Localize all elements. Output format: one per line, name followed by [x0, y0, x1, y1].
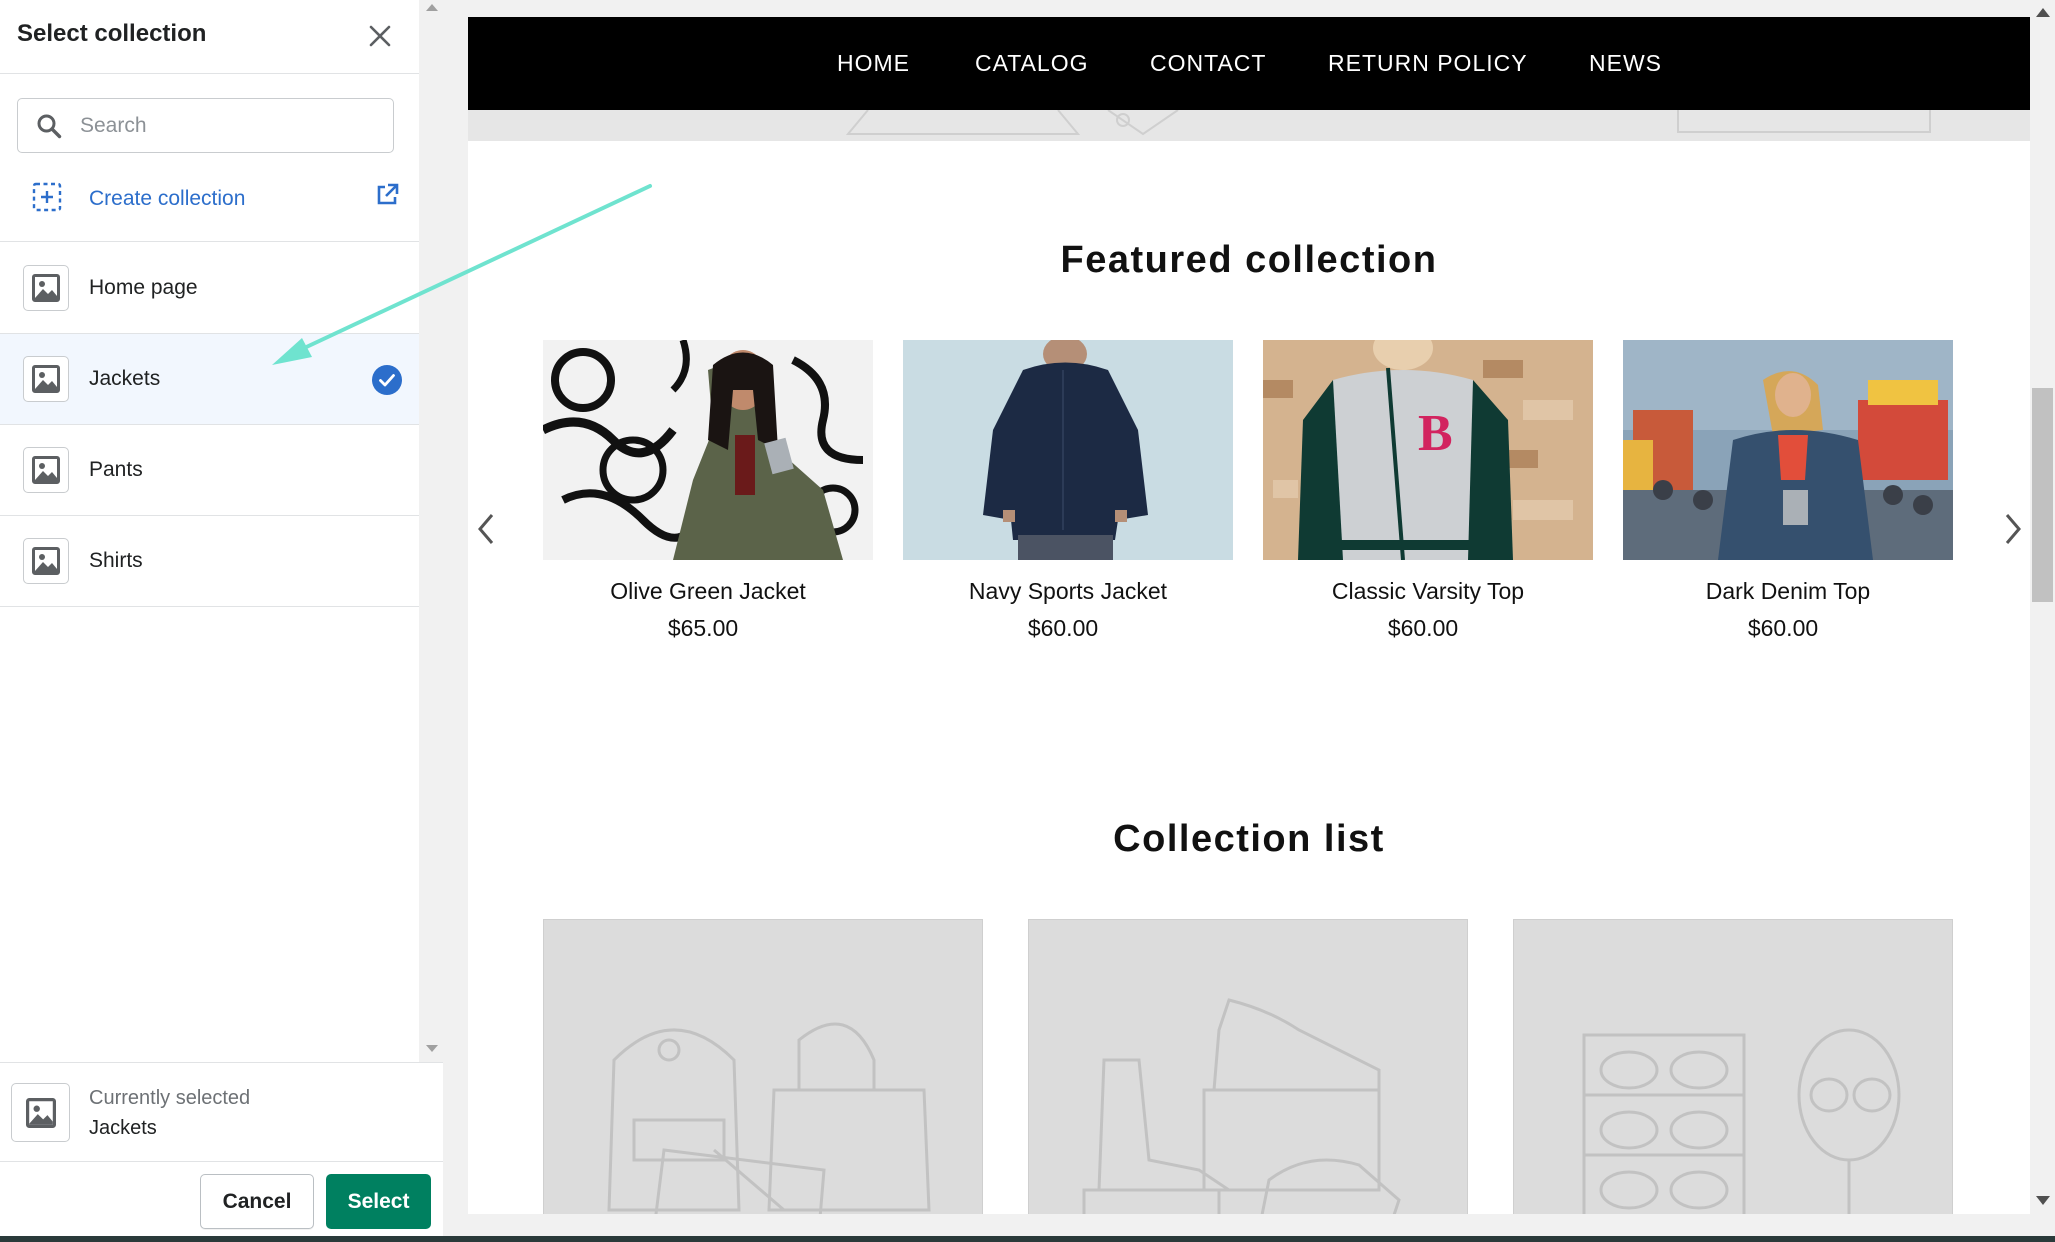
nav-news[interactable]: NEWS — [1589, 50, 1662, 77]
scroll-up-arrow[interactable] — [426, 4, 438, 11]
collection-item-label: Jackets — [89, 367, 161, 390]
product-card-dark-denim-top[interactable]: Dark Denim Top $60.00 — [1623, 340, 1953, 642]
taskbar-edge — [0, 1236, 2055, 1242]
hero-illustration — [845, 110, 1931, 136]
product-price: $60.00 — [1747, 615, 1819, 641]
collection-card-bags[interactable] — [543, 919, 983, 1214]
close-button[interactable] — [362, 18, 398, 54]
create-collection-link[interactable]: Create collection — [89, 187, 245, 211]
footer-divider — [0, 1161, 443, 1162]
image-placeholder-icon — [32, 456, 60, 484]
page-scrollbar[interactable] — [2030, 0, 2055, 1214]
glasses-illustration — [1582, 1028, 1901, 1214]
product-card-olive-green-jacket[interactable]: Olive Green Jacket $65.00 — [543, 340, 873, 642]
collection-thumbnail — [23, 356, 69, 402]
checkmark-circle-icon — [372, 365, 402, 395]
hero-image-edge — [468, 110, 2030, 141]
product-price: $65.00 — [667, 615, 739, 641]
select-collection-panel: Select collection Create collection — [0, 0, 443, 1242]
nav-catalog[interactable]: CATALOG — [975, 50, 1089, 77]
current-thumbnail — [11, 1083, 70, 1142]
svg-text:B: B — [1418, 405, 1453, 462]
collection-card-shoes[interactable] — [1028, 919, 1468, 1214]
collection-list-title: Collection list — [1113, 818, 1385, 860]
product-image[interactable] — [1623, 340, 1953, 560]
product-name[interactable]: Navy Sports Jacket — [903, 578, 1233, 605]
panel-footer: Currently selected Jackets Cancel Select — [0, 1062, 443, 1242]
chevron-left-icon[interactable] — [476, 512, 496, 546]
nav-home[interactable]: HOME — [837, 50, 910, 77]
external-link-icon[interactable] — [374, 182, 400, 208]
image-placeholder-icon — [32, 547, 60, 575]
collection-thumbnail — [23, 265, 69, 311]
collection-item-jackets[interactable]: Jackets — [0, 334, 419, 425]
bags-illustration — [607, 1022, 931, 1214]
product-image[interactable] — [903, 340, 1233, 560]
currently-selected-value: Jackets — [89, 1117, 157, 1139]
create-collection-row[interactable]: Create collection — [0, 170, 419, 242]
product-price: $60.00 — [1027, 615, 1099, 641]
product-card-classic-varsity-top[interactable]: B Classic Varsity Top $60.00 — [1263, 340, 1593, 642]
product-name[interactable]: Dark Denim Top — [1623, 578, 1953, 605]
collection-thumbnail — [23, 538, 69, 584]
image-placeholder-icon — [32, 274, 60, 302]
shoes-illustration — [1082, 998, 1401, 1214]
panel-title: Select collection — [17, 20, 207, 47]
nav-return-policy[interactable]: RETURN POLICY — [1328, 50, 1528, 77]
product-name[interactable]: Classic Varsity Top — [1263, 578, 1593, 605]
collection-item-shirts[interactable]: Shirts — [0, 516, 419, 607]
collection-item-label: Pants — [89, 458, 143, 481]
panel-header: Select collection — [0, 0, 419, 74]
product-price: $60.00 — [1387, 615, 1459, 641]
search-input[interactable] — [78, 109, 378, 143]
close-icon — [369, 25, 391, 47]
collection-item-home-page[interactable]: Home page — [0, 243, 419, 334]
image-placeholder-icon — [25, 1097, 56, 1128]
add-collection-icon — [32, 182, 62, 212]
collection-item-label: Home page — [89, 276, 198, 299]
currently-selected-label: Currently selected — [89, 1087, 251, 1109]
collection-item-label: Shirts — [89, 549, 143, 572]
store-nav-bar: HOME CATALOG CONTACT RETURN POLICY NEWS — [468, 17, 2030, 110]
chevron-right-icon[interactable] — [2003, 512, 2023, 546]
select-button[interactable]: Select — [326, 1174, 431, 1229]
search-icon — [37, 114, 62, 139]
page-scrollbar-thumb[interactable] — [2032, 388, 2053, 602]
collection-thumbnail — [23, 447, 69, 493]
page-scroll-down-arrow[interactable] — [2036, 1196, 2050, 1205]
scroll-down-arrow[interactable] — [426, 1045, 438, 1052]
product-card-navy-sports-jacket[interactable]: Navy Sports Jacket $60.00 — [903, 340, 1233, 642]
nav-contact[interactable]: CONTACT — [1150, 50, 1266, 77]
cancel-button[interactable]: Cancel — [200, 1174, 314, 1229]
panel-scrollbar[interactable] — [419, 0, 443, 1062]
product-name[interactable]: Olive Green Jacket — [543, 578, 873, 605]
featured-collection-title: Featured collection — [1060, 239, 1438, 281]
storefront-preview: HOME CATALOG CONTACT RETURN POLICY NEWS … — [468, 17, 2030, 1214]
collection-list: Home page Jackets Pants Shirts — [0, 243, 419, 607]
search-field[interactable] — [17, 98, 394, 153]
image-placeholder-icon — [32, 365, 60, 393]
page-scroll-up-arrow[interactable] — [2036, 8, 2050, 17]
collection-card-accessories[interactable] — [1513, 919, 1953, 1214]
product-image[interactable]: B — [1263, 340, 1593, 560]
product-image[interactable] — [543, 340, 873, 560]
collection-item-pants[interactable]: Pants — [0, 425, 419, 516]
